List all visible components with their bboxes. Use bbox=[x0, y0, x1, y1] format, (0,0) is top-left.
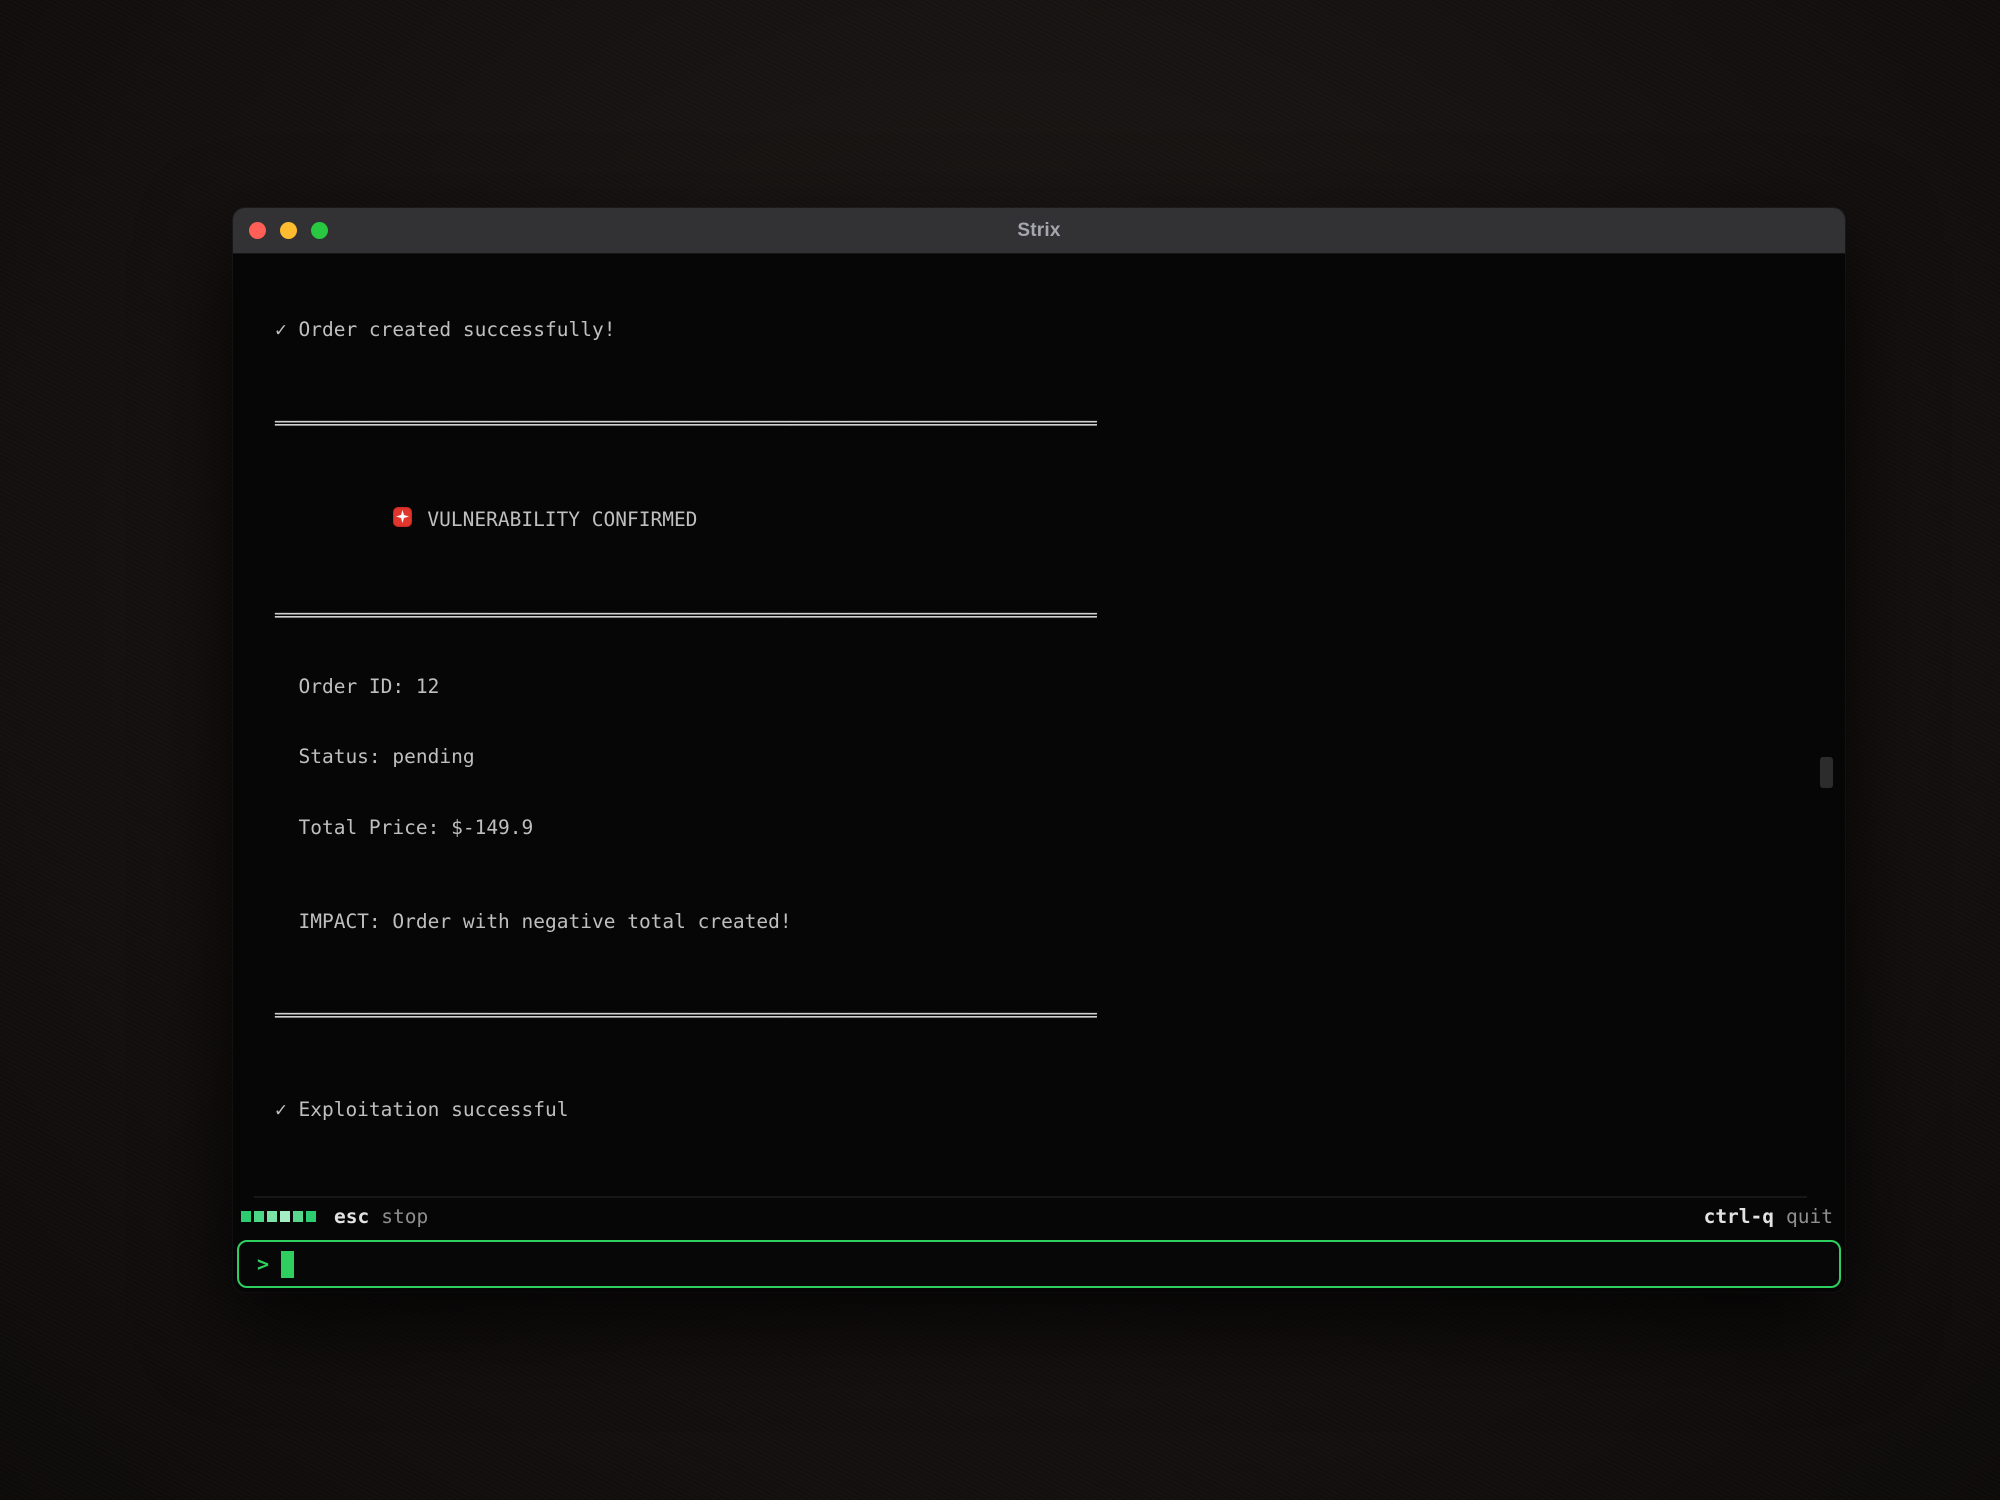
status-bar: esc stop ctrl-q quit bbox=[233, 1198, 1845, 1234]
total-price-line: Total Price: $-149.9 bbox=[275, 816, 1845, 840]
separator-line: ════════════════════════════════════════… bbox=[275, 1004, 1845, 1028]
prompt-chevron: > bbox=[257, 1252, 269, 1276]
desktop: { "window": { "title": "Strix" }, "log":… bbox=[0, 0, 2000, 1500]
scrollbar-thumb[interactable] bbox=[1820, 757, 1833, 788]
separator-line: ════════════════════════════════════════… bbox=[275, 604, 1845, 628]
esc-action-label: stop bbox=[381, 1205, 428, 1228]
separator-line: ════════════════════════════════════════… bbox=[275, 412, 1845, 436]
close-button[interactable] bbox=[249, 222, 266, 239]
statusbar-right: ctrl-q quit bbox=[1704, 1205, 1833, 1228]
esc-key-hint: esc bbox=[334, 1205, 369, 1228]
activity-spinner-icon bbox=[241, 1211, 316, 1222]
status-line: Status: pending bbox=[275, 745, 1845, 769]
quit-action-label: quit bbox=[1786, 1205, 1833, 1228]
impact-line: IMPACT: Order with negative total create… bbox=[275, 910, 1845, 934]
quit-key-hint: ctrl-q bbox=[1704, 1205, 1774, 1228]
title-bar: Strix bbox=[233, 208, 1845, 254]
exploit-log: ✓ Order created successfully! ══════════… bbox=[233, 254, 1845, 1168]
text-cursor bbox=[281, 1251, 294, 1278]
exploitation-success-line: ✓ Exploitation successful bbox=[275, 1098, 1845, 1122]
vulnerability-confirmed-banner: VULNERABILITY CONFIRMED bbox=[275, 483, 1845, 558]
order-id-line: Order ID: 12 bbox=[275, 675, 1845, 699]
banner-title: VULNERABILITY CONFIRMED bbox=[427, 508, 697, 532]
window-title: Strix bbox=[233, 220, 1845, 242]
statusbar-left: esc stop bbox=[241, 1205, 428, 1228]
terminal-output: ✓ Order created successfully! ══════════… bbox=[233, 254, 1845, 1198]
command-input[interactable]: > bbox=[237, 1240, 1841, 1288]
order-success-line: ✓ Order created successfully! bbox=[275, 318, 1845, 342]
app-window: Strix ✓ Order created successfully! ════… bbox=[233, 208, 1845, 1292]
siren-icon bbox=[275, 483, 413, 558]
traffic-lights bbox=[249, 222, 328, 239]
zoom-button[interactable] bbox=[311, 222, 328, 239]
minimize-button[interactable] bbox=[280, 222, 297, 239]
